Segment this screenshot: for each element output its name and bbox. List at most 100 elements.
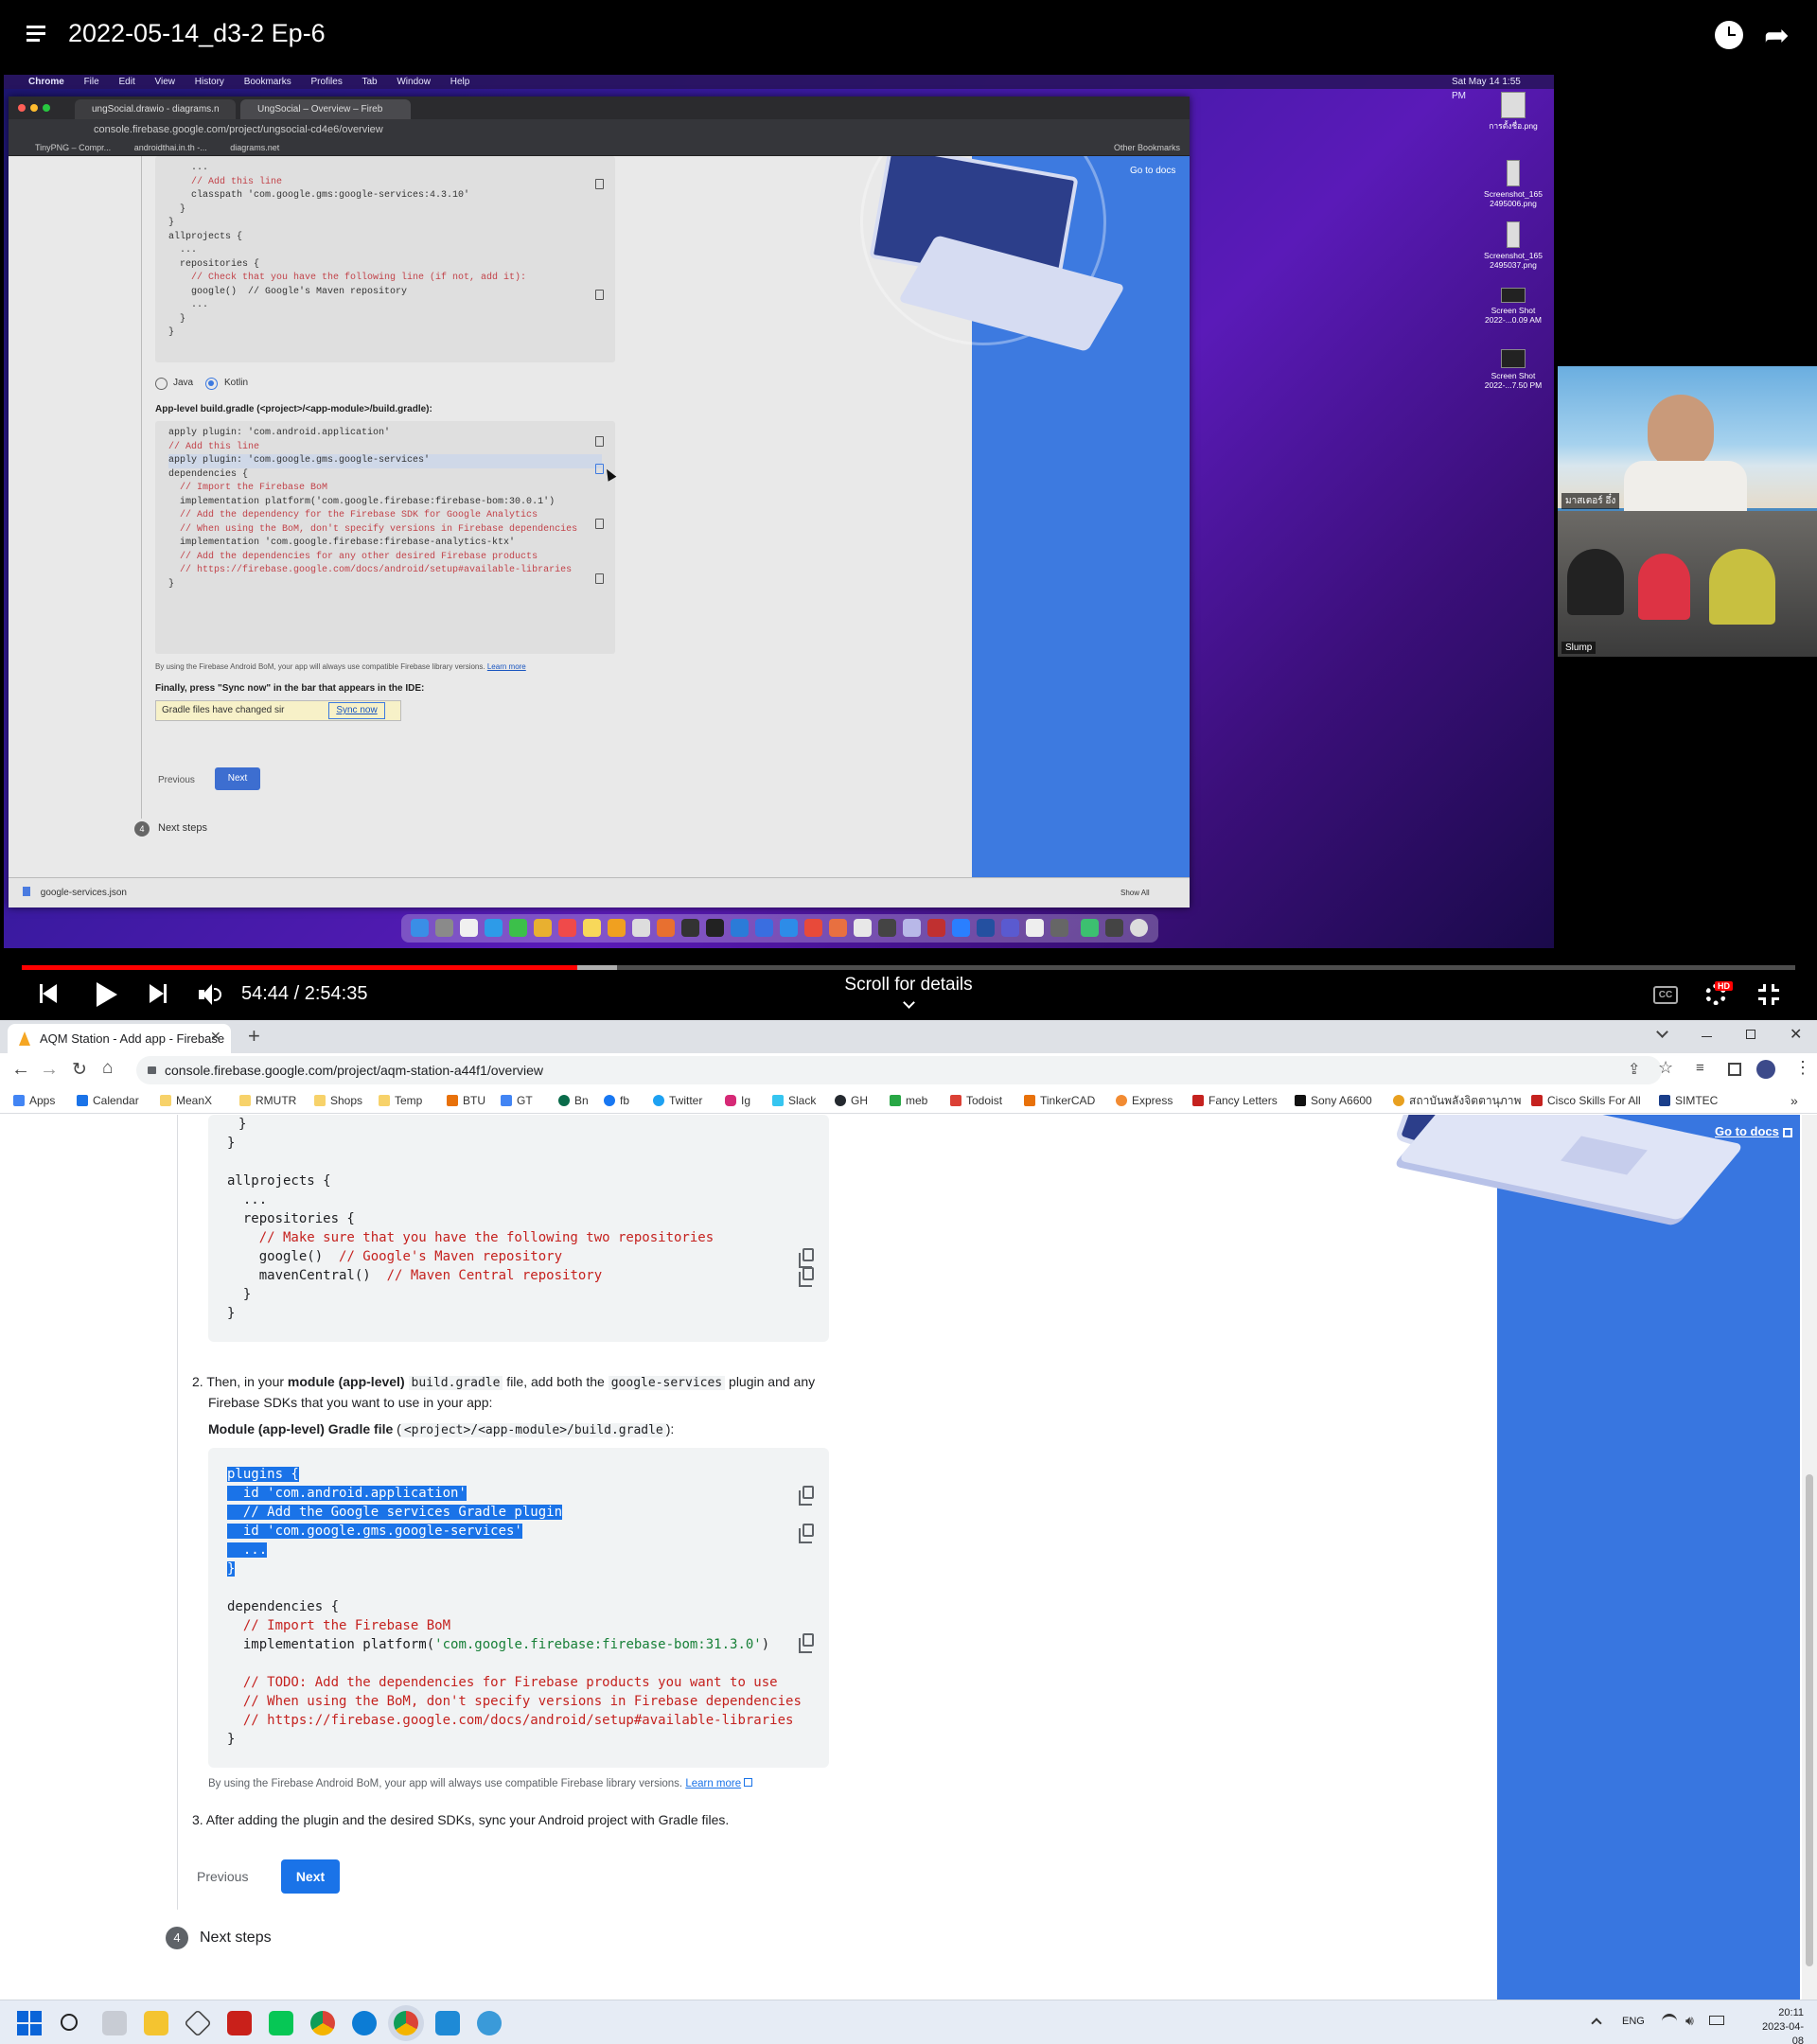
watch-later-icon[interactable] (1715, 21, 1743, 49)
bookmark-tinkercad[interactable]: TinkerCAD (1024, 1087, 1095, 1113)
tray-chevron-icon[interactable] (1591, 2018, 1602, 2029)
bookmark-fancy-letters[interactable]: Fancy Letters (1192, 1087, 1278, 1113)
search-icon[interactable] (61, 2014, 78, 2031)
scrollbar[interactable] (1802, 1115, 1817, 2000)
close-window-icon[interactable]: ✕ (1790, 1025, 1802, 1044)
webcam-presenter: มาสเตอร์ อึ๋ง (1558, 366, 1817, 513)
bookmark-shops[interactable]: Shops (314, 1087, 362, 1113)
system-clock[interactable]: 20:11 2023-04-08 (1751, 2006, 1804, 2044)
bookmark-express[interactable]: Express (1116, 1087, 1173, 1113)
bookmark-btu[interactable]: BTU (447, 1087, 485, 1113)
bookmark-fb[interactable]: fb (604, 1087, 629, 1113)
minimize-icon[interactable] (1702, 1036, 1712, 1037)
tab-firebase[interactable]: AQM Station - Add app - Firebase (8, 1024, 231, 1053)
chrome-icon[interactable] (310, 2011, 335, 2035)
bookmark-apps[interactable]: Apps (13, 1087, 55, 1113)
share-icon[interactable]: ➦ (1764, 17, 1790, 53)
copy-icon[interactable] (799, 1524, 814, 1543)
volume-icon[interactable] (199, 984, 223, 1005)
step-3-text: 3. After adding the plugin and the desir… (192, 1812, 730, 1827)
module-gradle-label: Module (app-level) Gradle file (<project… (208, 1421, 675, 1437)
menu-icon[interactable]: ⋮ (1794, 1058, 1811, 1078)
bookmark-star-icon[interactable]: ☆ (1658, 1058, 1673, 1078)
home-icon[interactable]: ⌂ (102, 1058, 113, 1079)
bookmark-cisco[interactable]: Cisco Skills For All (1531, 1087, 1641, 1113)
bookmarks-overflow-icon[interactable]: » (1791, 1087, 1798, 1113)
bookmark-gt[interactable]: GT (501, 1087, 533, 1113)
volume-tray-icon[interactable]: 🔊︎ (1685, 2013, 1694, 2029)
bookmark-twitter[interactable]: Twitter (653, 1087, 702, 1113)
scrollbar-thumb[interactable] (1806, 1474, 1813, 1966)
restore-icon[interactable] (1746, 1030, 1755, 1039)
line-icon[interactable] (269, 2011, 293, 2035)
bookmark-simtec[interactable]: SIMTEC (1659, 1087, 1718, 1113)
bookmark-thai-institute[interactable]: สถาบันพลังจิตตานุภาพ (1393, 1087, 1521, 1113)
close-tab-icon[interactable]: ✕ (210, 1029, 221, 1045)
copy-icon[interactable] (799, 1486, 814, 1506)
copy-icon[interactable] (799, 1248, 814, 1268)
file-explorer-icon[interactable] (144, 2011, 168, 2035)
profile-avatar[interactable] (1756, 1060, 1775, 1079)
go-to-docs-link[interactable]: Go to docs (1715, 1124, 1779, 1138)
code-block-module: plugins { id 'com.android.application' /… (208, 1448, 829, 1768)
exit-fullscreen-icon[interactable] (1758, 984, 1779, 1005)
address-bar[interactable]: console.firebase.google.com/project/aqm-… (136, 1056, 1662, 1084)
reading-list-icon[interactable]: ≡ (1696, 1060, 1704, 1076)
copy-icon[interactable] (799, 1633, 814, 1653)
filezilla-icon[interactable] (227, 2011, 252, 2035)
recorded-code-block-1: ... // Add this line classpath 'com.goog… (155, 156, 615, 362)
task-view-icon[interactable] (102, 2011, 127, 2035)
scroll-for-details[interactable]: Scroll for details (814, 975, 1003, 1009)
app-3d-icon[interactable] (184, 2009, 212, 2037)
learn-more-link[interactable]: Learn more (685, 1778, 741, 1789)
copy-icon (595, 436, 604, 447)
bookmark-rmutr[interactable]: RMUTR (239, 1087, 296, 1113)
wifi-icon[interactable] (1662, 2014, 1677, 2029)
bookmark-ig[interactable]: Ig (725, 1087, 750, 1113)
language-indicator[interactable]: ENG (1622, 2016, 1645, 2027)
new-tab-icon[interactable]: + (248, 1024, 260, 1048)
bookmark-gh[interactable]: GH (835, 1087, 868, 1113)
chrome-active-icon[interactable] (394, 2011, 418, 2035)
bookmark-sony[interactable]: Sony A6600 (1295, 1087, 1372, 1113)
recorded-tab-firebase: UngSocial – Overview – Fireb (240, 99, 411, 119)
copy-icon[interactable] (799, 1267, 814, 1287)
reload-icon[interactable]: ↻ (72, 1059, 87, 1081)
next-button[interactable]: Next (281, 1859, 340, 1894)
video-player[interactable]: 2022-05-14_d3-2 Ep-6 ➦ Chrome File Edit … (0, 0, 1817, 1020)
captions-icon[interactable]: CC (1653, 986, 1678, 1004)
recorded-next-steps: Next steps (158, 822, 207, 834)
recorded-bookmark-androidthai: androidthai.in.th -... (133, 143, 207, 152)
play-icon[interactable] (97, 982, 117, 1007)
bookmark-todoist[interactable]: Todoist (950, 1087, 1002, 1113)
edge-icon[interactable] (352, 2011, 377, 2035)
recorded-show-all: Show All (1120, 889, 1150, 897)
copy-icon (595, 519, 604, 529)
bookmark-bn[interactable]: Bn (558, 1087, 589, 1113)
vscode-icon[interactable] (435, 2011, 460, 2035)
bookmark-temp[interactable]: Temp (379, 1087, 422, 1113)
forward-icon[interactable]: → (40, 1059, 59, 1081)
code-block-project: }} allprojects { ... repositories { // M… (208, 1115, 829, 1342)
back-icon[interactable]: ← (11, 1059, 30, 1081)
bookmark-meb[interactable]: meb (890, 1087, 927, 1113)
recorded-bom-note: By using the Firebase Android BoM, your … (155, 662, 526, 671)
previous-button[interactable]: Previous (197, 1859, 263, 1894)
bookmark-slack[interactable]: Slack (772, 1087, 816, 1113)
bookmark-calendar[interactable]: Calendar (77, 1087, 139, 1113)
previous-icon[interactable] (40, 984, 59, 1005)
desktop-icon: Screenshot_165 2495037.png (1475, 221, 1551, 270)
battery-icon[interactable] (1709, 2016, 1724, 2025)
playlist-icon[interactable] (26, 23, 51, 45)
bookmark-meanx[interactable]: MeanX (160, 1087, 212, 1113)
illustration-panel (1497, 1115, 1800, 2000)
menu-chrome: Chrome (28, 77, 64, 87)
next-steps-label[interactable]: Next steps (200, 1927, 272, 1949)
windows-start-icon[interactable] (17, 2011, 42, 2035)
side-panel-icon[interactable] (1728, 1063, 1741, 1076)
app-globe-icon[interactable] (477, 2011, 502, 2035)
tab-search-icon[interactable] (1656, 1026, 1668, 1038)
progress-bar[interactable] (22, 965, 1795, 970)
next-icon[interactable] (150, 984, 168, 1005)
share-page-icon[interactable]: ⇪ (1628, 1060, 1640, 1079)
